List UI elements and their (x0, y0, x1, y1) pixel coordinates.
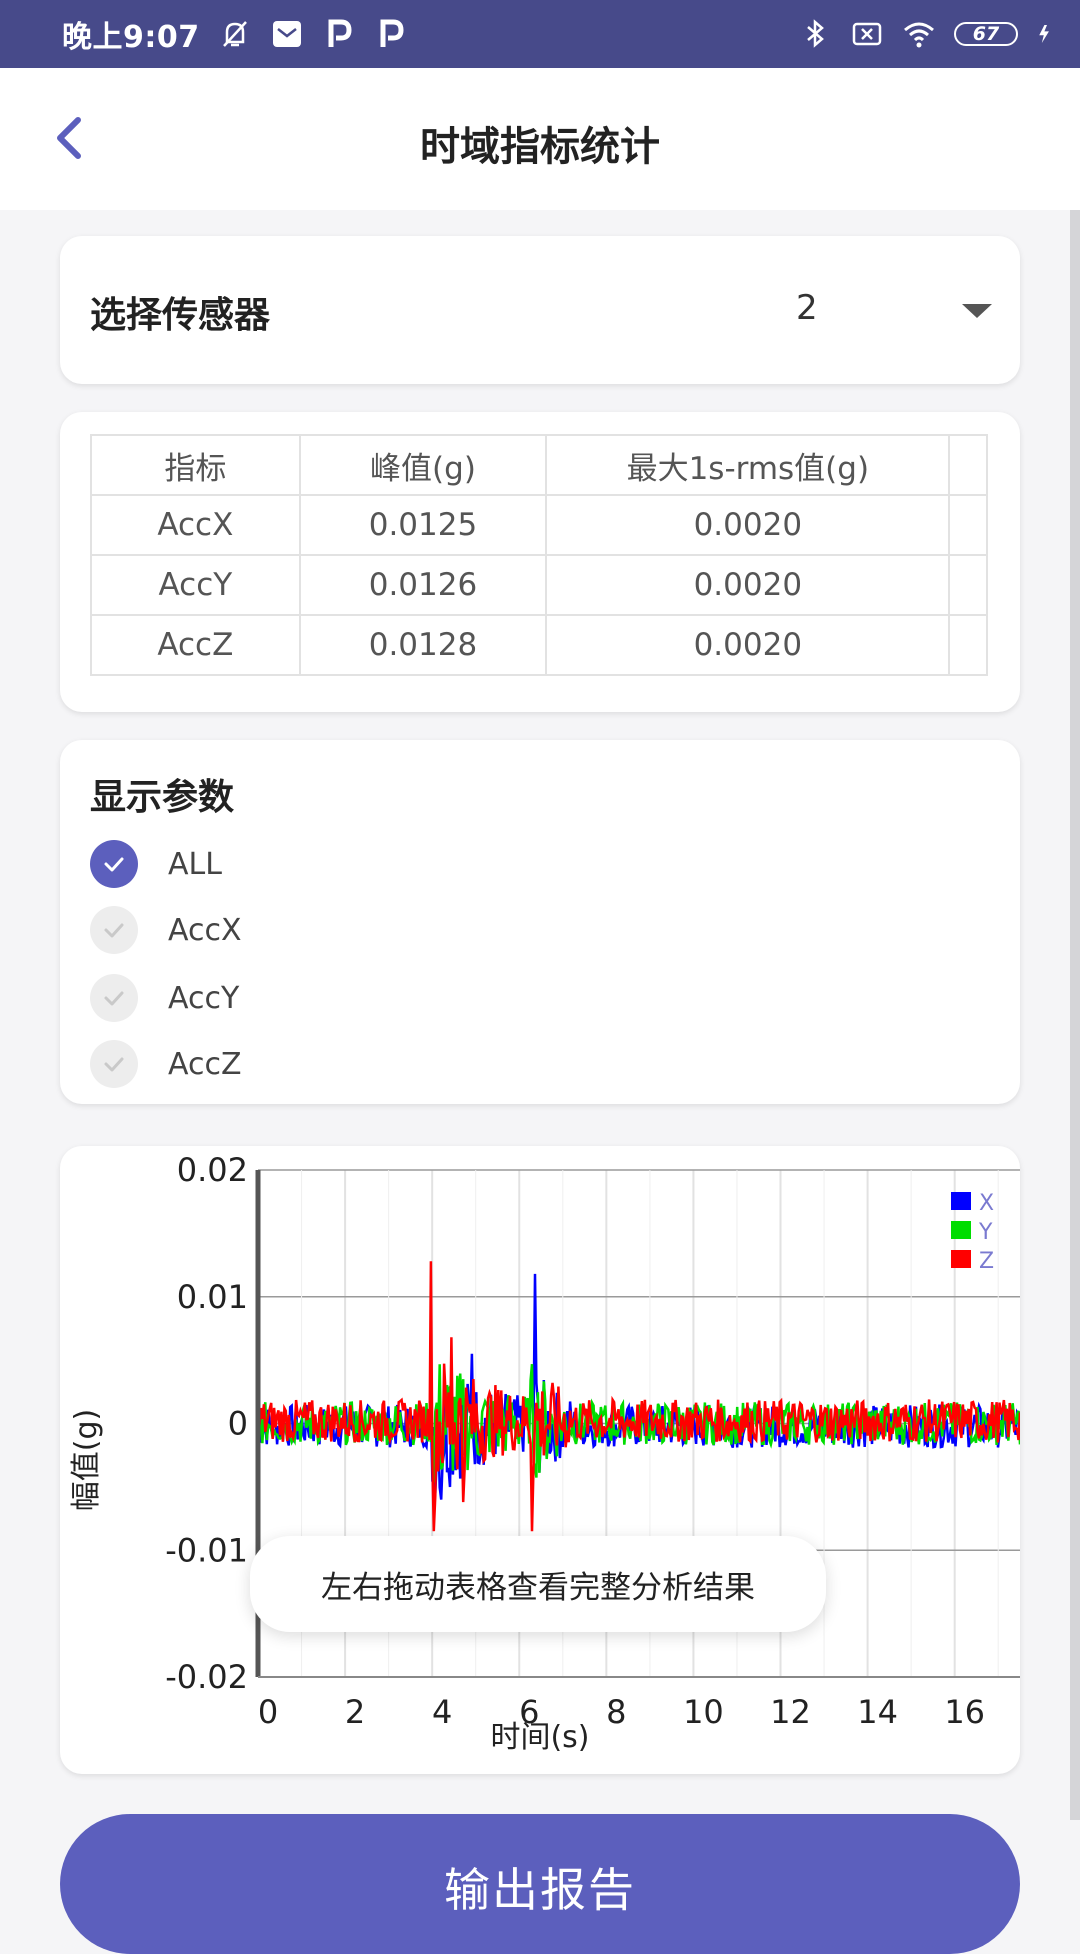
charging-bolt-icon (1039, 24, 1049, 44)
y-tick-label: 0.01 (177, 1278, 248, 1316)
table-row: AccX 0.0125 0.0020 (90, 494, 988, 556)
param-option-label: AccX (168, 912, 242, 948)
chart-y-axis-label: 幅值(g) (69, 1409, 104, 1511)
display-params-title: 显示参数 (90, 777, 235, 818)
hint-toast: 左右拖动表格查看完整分析结果 (250, 1536, 826, 1632)
export-report-label: 输出报告 (444, 1863, 636, 1917)
app-header: 时域指标统计 (0, 68, 1080, 210)
parking-p-icon (380, 19, 404, 47)
series-z-line (256, 1261, 1020, 1532)
legend-label-y: Y (978, 1220, 993, 1245)
chart-series (256, 1261, 1020, 1532)
bluetooth-icon (807, 19, 824, 48)
chart-legend: XYZ (951, 1191, 994, 1274)
y-tick-label: -0.01 (165, 1531, 248, 1569)
y-tick-label: 0.02 (177, 1151, 248, 1189)
x-tick-label: 0 (258, 1693, 278, 1731)
param-option-label: AccY (168, 980, 240, 1016)
export-report-button[interactable]: 输出报告 (60, 1814, 1020, 1954)
x-tick-label: 4 (432, 1693, 452, 1731)
legend-swatch-y (951, 1221, 971, 1239)
sensor-select-card[interactable]: 选择传感器 2 (60, 236, 1020, 384)
checkbox-unchecked-icon[interactable] (90, 1040, 138, 1088)
table-cell: 0.0126 (298, 554, 548, 616)
wifi-icon (904, 22, 934, 48)
chart-x-axis-label: 时间(s) (490, 1720, 589, 1755)
table-cell: 0.0020 (545, 554, 951, 616)
table-header-cell: 指标 (90, 434, 301, 496)
legend-swatch-z (951, 1250, 971, 1268)
sim-off-icon (852, 22, 882, 46)
checkbox-checked-icon[interactable] (90, 840, 138, 888)
x-tick-label: 10 (683, 1693, 724, 1731)
legend-label-z: Z (979, 1249, 994, 1274)
statistics-table: 指标 峰值(g) 最大1s-rms值(g) AccX 0.0125 0.0020… (90, 434, 988, 676)
waveform-chart[interactable]: 0.020.010-0.01-0.020 2 4 6 8 10 12 14 16 XYZ 幅值(… (60, 1146, 1020, 1774)
y-tick-label: 0 (228, 1405, 248, 1443)
status-left: 晚上9:07 (62, 14, 408, 55)
x-tick-label: 12 (770, 1693, 811, 1731)
param-option-accx[interactable]: AccX (90, 904, 242, 956)
status-right: 67 (798, 14, 1058, 54)
legend-swatch-x (951, 1192, 971, 1210)
param-option-accz[interactable]: AccZ (90, 1038, 242, 1090)
table-cell: 0.0020 (545, 614, 951, 676)
table-cell: AccZ (90, 614, 301, 676)
message-icon (272, 21, 301, 47)
table-header-cell (948, 434, 988, 496)
table-cell: 0.0125 (298, 494, 548, 556)
table-row: AccZ 0.0128 0.0020 (90, 614, 988, 676)
param-option-label: AccZ (168, 1046, 242, 1082)
param-option-label: ALL (168, 846, 222, 882)
x-tick-label: 8 (606, 1693, 626, 1731)
status-bar: 晚上9:07 67 (0, 0, 1080, 68)
series-x-line (256, 1273, 1020, 1500)
table-cell (948, 494, 988, 556)
page-title: 时域指标统计 (420, 124, 660, 170)
x-tick-label: 14 (857, 1693, 898, 1731)
param-option-all[interactable]: ALL (90, 838, 222, 890)
table-cell (948, 554, 988, 616)
y-tick-label: -0.02 (165, 1658, 248, 1696)
statistics-table-card: 指标 峰值(g) 最大1s-rms值(g) AccX 0.0125 0.0020… (60, 412, 1020, 712)
display-params-card: 显示参数 ALL AccX AccY AccZ (60, 740, 1020, 1104)
checkbox-unchecked-icon[interactable] (90, 974, 138, 1022)
table-cell (948, 614, 988, 676)
x-tick-label: 2 (345, 1693, 365, 1731)
table-cell: 0.0128 (298, 614, 548, 676)
status-time: 晚上9:07 (62, 20, 200, 55)
sensor-select-label: 选择传感器 (90, 295, 271, 336)
table-row: AccY 0.0126 0.0020 (90, 554, 988, 616)
table-cell: AccY (90, 554, 301, 616)
table-cell: 0.0020 (545, 494, 951, 556)
table-header-cell: 峰值(g) (298, 434, 548, 496)
table-header-cell: 最大1s-rms值(g) (545, 434, 951, 496)
x-tick-label: 16 (944, 1693, 985, 1731)
legend-label-x: X (979, 1191, 994, 1216)
table-header-row: 指标 峰值(g) 最大1s-rms值(g) (90, 434, 988, 496)
waveform-chart-card: 0.02 0.01 0 -0.01 -0.02 0 2 4 6 8 10 12 14 16 XYZ 幅值(… (60, 1146, 1020, 1774)
chevron-down-icon[interactable] (962, 304, 992, 318)
table-cell: AccX (90, 494, 301, 556)
bell-off-icon (222, 21, 247, 47)
checkbox-unchecked-icon[interactable] (90, 906, 138, 954)
sensor-select-value[interactable]: 2 (796, 288, 818, 328)
param-option-accy[interactable]: AccY (90, 972, 239, 1024)
scrollbar[interactable] (1070, 210, 1080, 1820)
battery-indicator: 67 (954, 22, 1018, 46)
parking-p-icon (328, 19, 352, 47)
